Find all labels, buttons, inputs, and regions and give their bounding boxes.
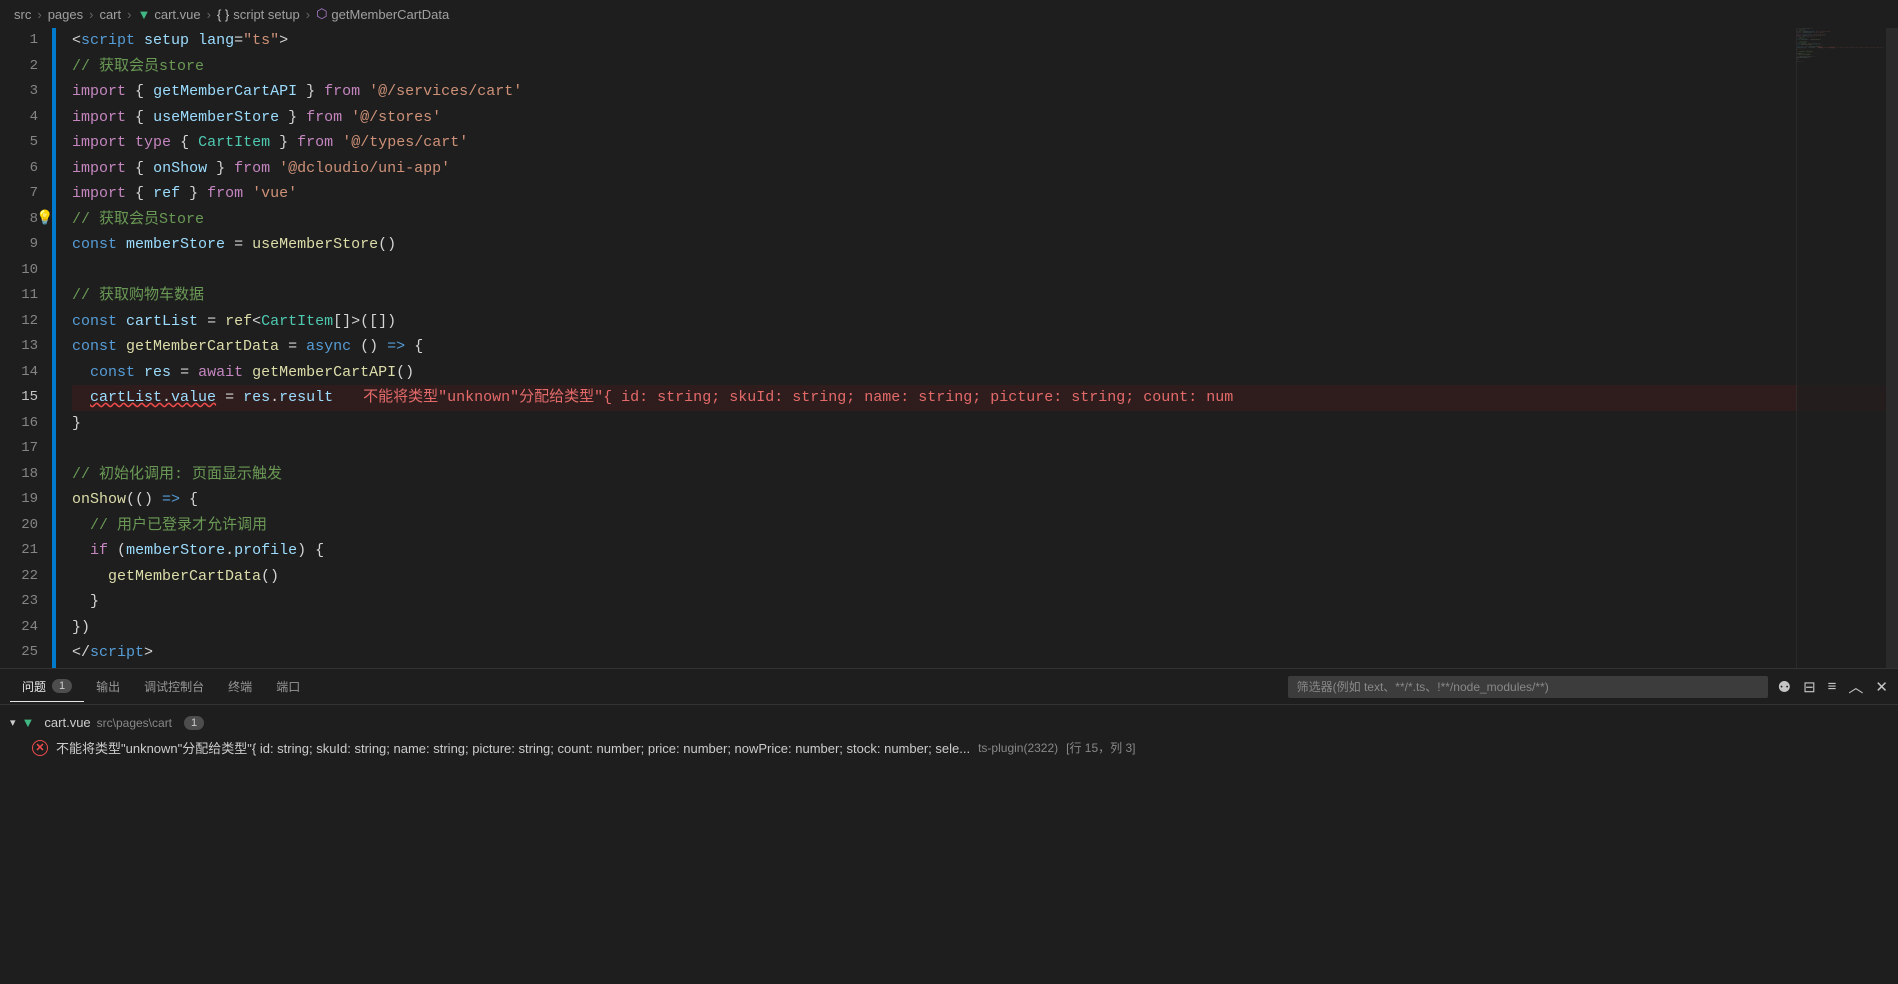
breadcrumb-item[interactable]: pages (48, 7, 83, 22)
chevron-right-icon: › (306, 7, 310, 22)
problem-file-name: cart.vue (44, 715, 90, 730)
code-area[interactable]: <script setup lang="ts">// 获取会员storeimpo… (52, 28, 1898, 668)
chevron-right-icon: › (207, 7, 211, 22)
breadcrumb-item[interactable]: script setup (233, 7, 299, 22)
problem-source: ts-plugin(2322) (978, 741, 1058, 755)
chevron-up-icon[interactable]: ︿ (1848, 676, 1863, 697)
panel-tabs: 问题 1 输出 调试控制台 终端 端口 ⚉ ⊟ ≡ ︿ ✕ (0, 669, 1898, 705)
tab-problems[interactable]: 问题 1 (10, 672, 84, 702)
code-line[interactable]: const memberStore = useMemberStore() (72, 232, 1898, 258)
vertical-scrollbar[interactable] (1886, 28, 1898, 668)
tab-debug-console[interactable]: 调试控制台 (132, 672, 216, 701)
code-line[interactable]: 💡// 获取会员Store (72, 207, 1898, 233)
chevron-right-icon: › (37, 7, 41, 22)
panel-actions: ⚉ ⊟ ≡ ︿ ✕ (1778, 676, 1888, 697)
breadcrumb-item[interactable]: cart.vue (154, 7, 200, 22)
breadcrumb-item[interactable]: src (14, 7, 31, 22)
code-line[interactable]: import { useMemberStore } from '@/stores… (72, 105, 1898, 131)
file-problem-count-badge: 1 (184, 716, 204, 730)
code-line[interactable]: <script setup lang="ts"> (72, 28, 1898, 54)
code-line[interactable]: getMemberCartData() (72, 564, 1898, 590)
code-line[interactable] (72, 436, 1898, 462)
code-line[interactable]: // 用户已登录才允许调用 (72, 513, 1898, 539)
problem-message: 不能将类型"unknown"分配给类型"{ id: string; skuId:… (56, 738, 970, 757)
code-line[interactable]: } (72, 589, 1898, 615)
code-line[interactable]: const getMemberCartData = async () => { (72, 334, 1898, 360)
code-line[interactable]: import { ref } from 'vue' (72, 181, 1898, 207)
breadcrumb: src › pages › cart › ▼ cart.vue › { } sc… (0, 0, 1898, 28)
code-line[interactable]: </script> (72, 640, 1898, 666)
code-editor[interactable]: 1234567891011121314151617181920212223242… (0, 28, 1898, 668)
code-line[interactable]: import type { CartItem } from '@/types/c… (72, 130, 1898, 156)
minimap[interactable]: <script setup lang="ts">// 获取会员storeimpo… (1796, 28, 1886, 668)
code-line[interactable]: // 初始化调用: 页面显示触发 (72, 462, 1898, 488)
code-line[interactable]: // 获取购物车数据 (72, 283, 1898, 309)
problems-list: ▾ ▼ cart.vue src\pages\cart 1 ✕ 不能将类型"un… (0, 705, 1898, 767)
problem-item[interactable]: ✕ 不能将类型"unknown"分配给类型"{ id: string; skuI… (10, 734, 1888, 761)
code-line[interactable]: const cartList = ref<CartItem[]>([]) (72, 309, 1898, 335)
tab-ports[interactable]: 端口 (264, 672, 312, 701)
code-line[interactable]: onShow(() => { (72, 487, 1898, 513)
method-icon: ⬡ (316, 6, 327, 22)
tab-output[interactable]: 输出 (84, 672, 132, 701)
chevron-down-icon: ▾ (10, 716, 16, 729)
breadcrumb-item[interactable]: cart (99, 7, 121, 22)
problems-filter-input[interactable] (1288, 676, 1768, 698)
tab-terminal[interactable]: 终端 (216, 672, 264, 701)
namespace-icon: { } (217, 7, 229, 22)
bottom-panel: 问题 1 输出 调试控制台 终端 端口 ⚉ ⊟ ≡ ︿ ✕ ▾ ▼ cart.v… (0, 668, 1898, 767)
filter-icon[interactable]: ⚉ (1778, 678, 1791, 696)
tab-label: 问题 (22, 678, 46, 695)
problems-count-badge: 1 (52, 679, 72, 693)
chevron-right-icon: › (89, 7, 93, 22)
code-line[interactable]: cartList.value = res.result不能将类型"unknown… (72, 385, 1898, 411)
code-line[interactable]: if (memberStore.profile) { (72, 538, 1898, 564)
code-line[interactable]: }) (72, 615, 1898, 641)
problem-file-row[interactable]: ▾ ▼ cart.vue src\pages\cart 1 (10, 711, 1888, 734)
code-line[interactable] (72, 258, 1898, 284)
collapse-all-icon[interactable]: ⊟ (1803, 678, 1816, 696)
vue-icon: ▼ (22, 715, 35, 730)
code-line[interactable]: } (72, 411, 1898, 437)
problem-location: [行 15，列 3] (1066, 739, 1135, 756)
code-line[interactable]: import { getMemberCartAPI } from '@/serv… (72, 79, 1898, 105)
code-line[interactable]: // 获取会员store (72, 54, 1898, 80)
code-line[interactable]: import { onShow } from '@dcloudio/uni-ap… (72, 156, 1898, 182)
vue-icon: ▼ (137, 7, 150, 22)
problem-file-path: src\pages\cart (97, 716, 172, 730)
line-number-gutter: 1234567891011121314151617181920212223242… (0, 28, 52, 668)
code-line[interactable]: const res = await getMemberCartAPI() (72, 360, 1898, 386)
error-icon: ✕ (32, 740, 48, 756)
chevron-right-icon: › (127, 7, 131, 22)
breadcrumb-item[interactable]: getMemberCartData (331, 7, 449, 22)
view-as-tree-icon[interactable]: ≡ (1828, 678, 1837, 695)
close-icon[interactable]: ✕ (1875, 678, 1888, 696)
